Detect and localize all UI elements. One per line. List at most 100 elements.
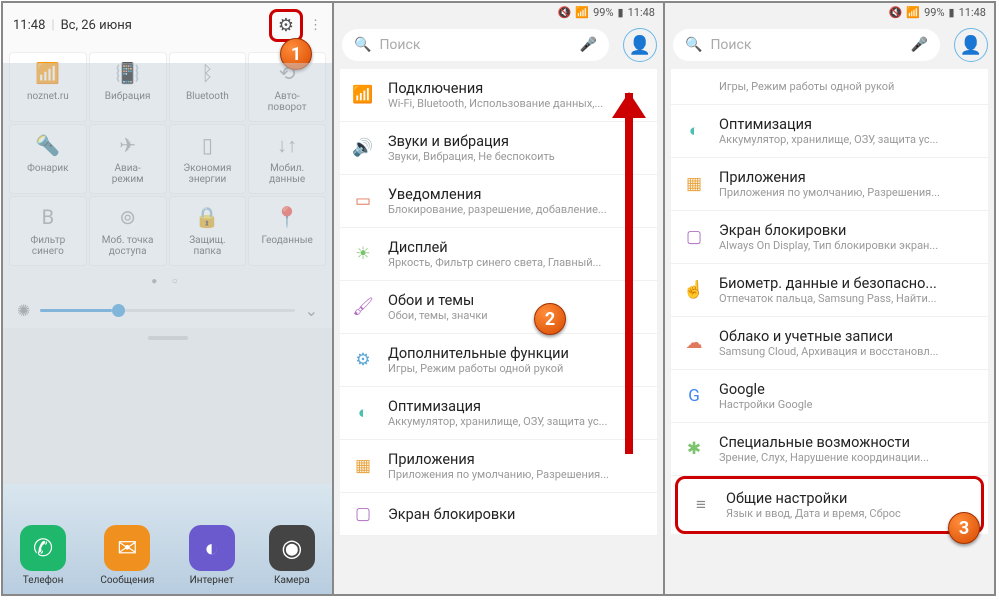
settings-row[interactable]: 📶ПодключенияWi-Fi, Bluetooth, Использова… bbox=[340, 69, 657, 122]
row-subtitle: Звуки, Вибрация, Не беспокоить bbox=[388, 150, 649, 163]
settings-row[interactable]: 🔊 Звуки и вибрацияЗвуки, Вибрация, Не бес… bbox=[340, 122, 657, 175]
row-title: Уведомления bbox=[388, 186, 649, 203]
row-icon: 📶 bbox=[348, 85, 378, 105]
settings-row[interactable]: ▭ УведомленияБлокирование, разрешение, до… bbox=[340, 175, 657, 228]
row-title: Облако и учетные записи bbox=[719, 328, 980, 345]
row-icon: ☝ bbox=[679, 280, 709, 300]
settings-row[interactable]: ☝Биометр. данные и безопасно...Отпечаток… bbox=[671, 264, 988, 317]
mic-icon[interactable]: 🎤 bbox=[580, 37, 597, 53]
settings-row[interactable]: ◐ ОптимизацияАккумулятор, хранилище, ОЗУ,… bbox=[671, 105, 988, 158]
settings-gear-highlight: ⚙ bbox=[269, 9, 303, 42]
row-icon: ▭ bbox=[348, 191, 378, 211]
row-subtitle: Язык и ввод, Дата и время, Сброс bbox=[726, 507, 973, 520]
row-title: Google bbox=[719, 381, 980, 398]
search-icon: 🔍 bbox=[685, 37, 702, 53]
row-subtitle: Always On Display, Тип блокировки экран.… bbox=[719, 239, 980, 252]
search-bar[interactable]: 🔍 Поиск 🎤 bbox=[342, 29, 609, 61]
row-title: Приложения bbox=[388, 451, 649, 468]
app-icon: ◉ bbox=[269, 525, 315, 571]
row-icon: ◐ bbox=[679, 121, 709, 141]
row-icon: ☀ bbox=[348, 244, 378, 264]
search-placeholder: Поиск bbox=[710, 37, 910, 53]
row-title: Оптимизация bbox=[388, 398, 649, 415]
quick-settings-panel: 11:48 | Вс, 26 июня ⚙ ⋮ 1 📶noznet.ru📳Виб… bbox=[3, 3, 332, 594]
row-title: Звуки и вибрация bbox=[388, 133, 649, 150]
row-title: Специальные возможности bbox=[719, 434, 980, 451]
app-label: Камера bbox=[274, 575, 310, 586]
search-bar[interactable]: 🔍 Поиск 🎤 bbox=[673, 29, 940, 61]
row-icon: ≡ bbox=[686, 495, 716, 515]
row-title: Общие настройки bbox=[726, 490, 973, 507]
dock-app[interactable]: ◐ Интернет bbox=[189, 525, 235, 586]
settings-row[interactable]: ≡ Общие настройкиЯзык и ввод, Дата и врем… bbox=[675, 476, 984, 534]
settings-row[interactable]: ✱ Специальные возможностиЗрение, Слух, На… bbox=[671, 423, 988, 476]
row-title: Обои и темы bbox=[388, 292, 649, 309]
row-title: Экран блокировки bbox=[388, 506, 649, 523]
row-icon: ⚙ bbox=[348, 350, 378, 370]
row-subtitle: Настройки Google bbox=[719, 398, 980, 411]
row-title: Приложения bbox=[719, 169, 980, 186]
battery-pct: 99% bbox=[924, 6, 944, 19]
row-subtitle: Игры, Режим работы одной рукой bbox=[719, 80, 980, 93]
row-icon: G bbox=[679, 386, 709, 406]
search-placeholder: Поиск bbox=[379, 37, 579, 53]
dock-app[interactable]: ✆Телефон bbox=[20, 525, 66, 586]
row-icon: ✱ bbox=[679, 439, 709, 459]
dock-app[interactable]: ◉ Камера bbox=[269, 525, 315, 586]
settings-row[interactable]: ▦ПриложенияПриложения по умолчанию, Разр… bbox=[340, 440, 657, 493]
dock-app[interactable]: ✉ Сообщения bbox=[100, 525, 154, 586]
row-subtitle: Приложения по умолчанию, Разрешения... bbox=[719, 186, 980, 199]
row-icon: ▦ bbox=[679, 174, 709, 194]
row-subtitle: Зрение, Слух, Нарушение координации... bbox=[719, 451, 980, 464]
row-icon: 🔊 bbox=[348, 138, 378, 158]
settings-row[interactable]: Игры, Режим работы одной рукой bbox=[671, 69, 988, 105]
settings-row[interactable]: ☁ Облако и учетные записиSamsung Cloud, А… bbox=[671, 317, 988, 370]
row-subtitle: Samsung Cloud, Архивация и восстановл... bbox=[719, 345, 980, 358]
app-label: Сообщения bbox=[100, 575, 154, 586]
mic-icon[interactable]: 🎤 bbox=[911, 37, 928, 53]
row-icon: ☁ bbox=[679, 333, 709, 353]
profile-avatar[interactable]: 👤 bbox=[954, 28, 988, 62]
search-icon: 🔍 bbox=[354, 37, 371, 53]
app-label: Интернет bbox=[190, 575, 234, 586]
row-subtitle: Игры, Режим работы одной рукой bbox=[388, 362, 649, 375]
clock: 11:48 bbox=[959, 6, 986, 19]
date: Вс, 26 июня bbox=[61, 18, 132, 33]
row-subtitle: Обои, темы, значки bbox=[388, 309, 649, 322]
row-title: Экран блокировки bbox=[719, 222, 980, 239]
settings-row[interactable]: G GoogleНастройки Google bbox=[671, 370, 988, 423]
settings-row[interactable]: ◐ОптимизацияАккумулятор, хранилище, ОЗУ,… bbox=[340, 387, 657, 440]
row-subtitle: Аккумулятор, хранилище, ОЗУ, защита ус..… bbox=[719, 133, 980, 146]
settings-row[interactable]: ▢ Экран блокировки bbox=[340, 493, 657, 536]
settings-list: Игры, Режим работы одной рукой ◐ Оптимизац… bbox=[671, 69, 988, 534]
qs-header: 11:48 | Вс, 26 июня ⚙ ⋮ bbox=[3, 3, 332, 48]
row-icon: ◐ bbox=[348, 403, 378, 423]
clock: 11:48 bbox=[628, 6, 655, 19]
row-icon: 🖌 bbox=[348, 297, 378, 317]
settings-row[interactable]: ▦ ПриложенияПриложения по умолчанию, Разр… bbox=[671, 158, 988, 211]
row-title: Оптимизация bbox=[719, 116, 980, 133]
clock: 11:48 bbox=[13, 18, 45, 33]
settings-row[interactable]: ☀ДисплейЯркость, Фильтр синего света, Гл… bbox=[340, 228, 657, 281]
settings-row[interactable]: 🖌 Обои и темыОбои, темы, значки bbox=[340, 281, 657, 334]
battery-pct: 99% bbox=[593, 6, 613, 19]
settings-list: 📶ПодключенияWi-Fi, Bluetooth, Использова… bbox=[340, 69, 657, 536]
row-icon: ▢ bbox=[348, 504, 378, 524]
profile-avatar[interactable]: 👤 bbox=[623, 28, 657, 62]
app-icon: ✆ bbox=[20, 525, 66, 571]
settings-list-top: 🔇 📶 99% ▮ 11:48 🔍 Поиск 🎤 👤 📶Подключения… bbox=[332, 3, 663, 594]
signal-icon: 📶 bbox=[906, 6, 920, 19]
row-subtitle: Wi-Fi, Bluetooth, Использование данных,.… bbox=[388, 97, 649, 110]
callout-badge-2: 2 bbox=[534, 303, 566, 335]
settings-row[interactable]: ▢ Экран блокировкиAlways On Display, Тип … bbox=[671, 211, 988, 264]
app-icon: ✉ bbox=[104, 525, 150, 571]
battery-icon: ▮ bbox=[949, 6, 955, 19]
settings-row[interactable]: ⚙Дополнительные функцииИгры, Режим работ… bbox=[340, 334, 657, 387]
status-bar: 🔇 📶 99% ▮ 11:48 bbox=[665, 3, 994, 21]
row-icon: ▦ bbox=[348, 456, 378, 476]
app-icon: ◐ bbox=[189, 525, 235, 571]
row-subtitle: Блокирование, разрешение, добавление... bbox=[388, 203, 649, 216]
signal-icon: 📶 bbox=[575, 6, 589, 19]
gear-icon[interactable]: ⚙ bbox=[278, 15, 294, 36]
row-icon: ▢ bbox=[679, 227, 709, 247]
